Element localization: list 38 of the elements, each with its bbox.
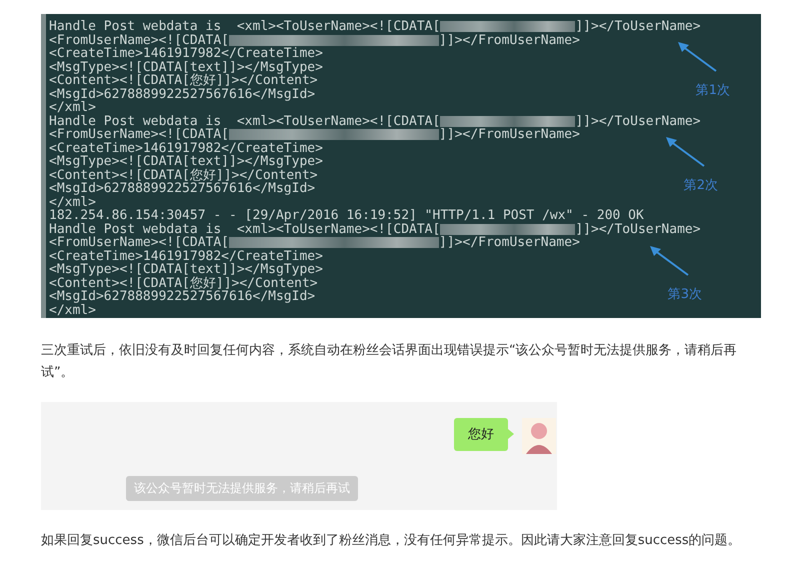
arrow-icon xyxy=(650,246,690,276)
annotation-label: 第1次 xyxy=(696,84,730,97)
arrow-icon xyxy=(678,42,718,72)
log-text: <FromUserName><![CDATA[ xyxy=(49,236,230,250)
article-paragraph: 三次重试后，依旧没有及时回复任何内容，系统自动在粉丝会话界面出现错误提示“该公众号暂时无法提供服务，请稍后再试”。 xyxy=(41,342,738,382)
log-text: ]]></ToUserName> xyxy=(575,20,701,34)
log-text: ]]></FromUserName> xyxy=(439,128,580,142)
log-text: <MsgType><![CDATA[text]]></MsgType> xyxy=(49,155,323,168)
log-text: </xml> xyxy=(49,304,96,317)
log-text: Handle Post webdata is <xml><ToUserName><![CDATA[ xyxy=(49,20,440,34)
message-bubble: 您好 xyxy=(454,418,514,451)
log-text: ]]></FromUserName> xyxy=(439,236,580,250)
log-text: <MsgType><![CDATA[text]]></MsgType> xyxy=(49,263,323,276)
log-text: ]]></ToUserName> xyxy=(575,222,701,236)
log-text: <Content><![CDATA[您好]]></Content> xyxy=(49,168,318,182)
log-text: Handle Post webdata is <xml><ToUserName><![CDATA[ xyxy=(49,114,440,128)
log-text: </xml> xyxy=(49,196,96,209)
log-text: <CreateTime>1461917982</CreateTime> xyxy=(49,47,323,60)
log-text: <FromUserName><![CDATA[ xyxy=(49,34,230,47)
log-text: <MsgId>6278889922527567616</MsgId> xyxy=(49,182,316,196)
log-text: <CreateTime>1461917982</CreateTime> xyxy=(49,250,323,263)
annotation-label: 第3次 xyxy=(668,288,702,301)
log-text: ]]></FromUserName> xyxy=(439,34,580,47)
log-text: </xml> xyxy=(49,101,96,114)
log-text: <MsgId>6278889922527567616</MsgId> xyxy=(49,88,316,101)
log-text: <CreateTime>1461917982</CreateTime> xyxy=(49,142,323,155)
log-text: 182.254.86.154:30457 - - [29/Apr/2016 16:19:52] "HTTP/1.1 POST /wx" - 200 OK xyxy=(49,209,644,222)
article-paragraph: 如果回复success，微信后台可以确定开发者收到了粉丝消息，没有任何异常提示。因此请大家注意回复success的问题。 xyxy=(41,532,742,550)
log-text: Handle Post webdata is <xml><ToUserName><![CDATA[ xyxy=(49,222,440,236)
log-text: <MsgType><![CDATA[text]]></MsgType> xyxy=(49,60,323,74)
log-text: <MsgId>6278889922527567616</MsgId> xyxy=(49,290,316,304)
avatar-icon xyxy=(522,418,556,454)
log-text: ]]></ToUserName> xyxy=(575,114,701,128)
log-text: <Content><![CDATA[您好]]></Content> xyxy=(49,276,318,290)
annotation-label: 第2次 xyxy=(684,179,718,192)
log-text: <Content><![CDATA[您好]]></Content> xyxy=(49,74,318,88)
arrow-icon xyxy=(666,137,706,167)
log-text: <FromUserName><![CDATA[ xyxy=(49,128,230,142)
